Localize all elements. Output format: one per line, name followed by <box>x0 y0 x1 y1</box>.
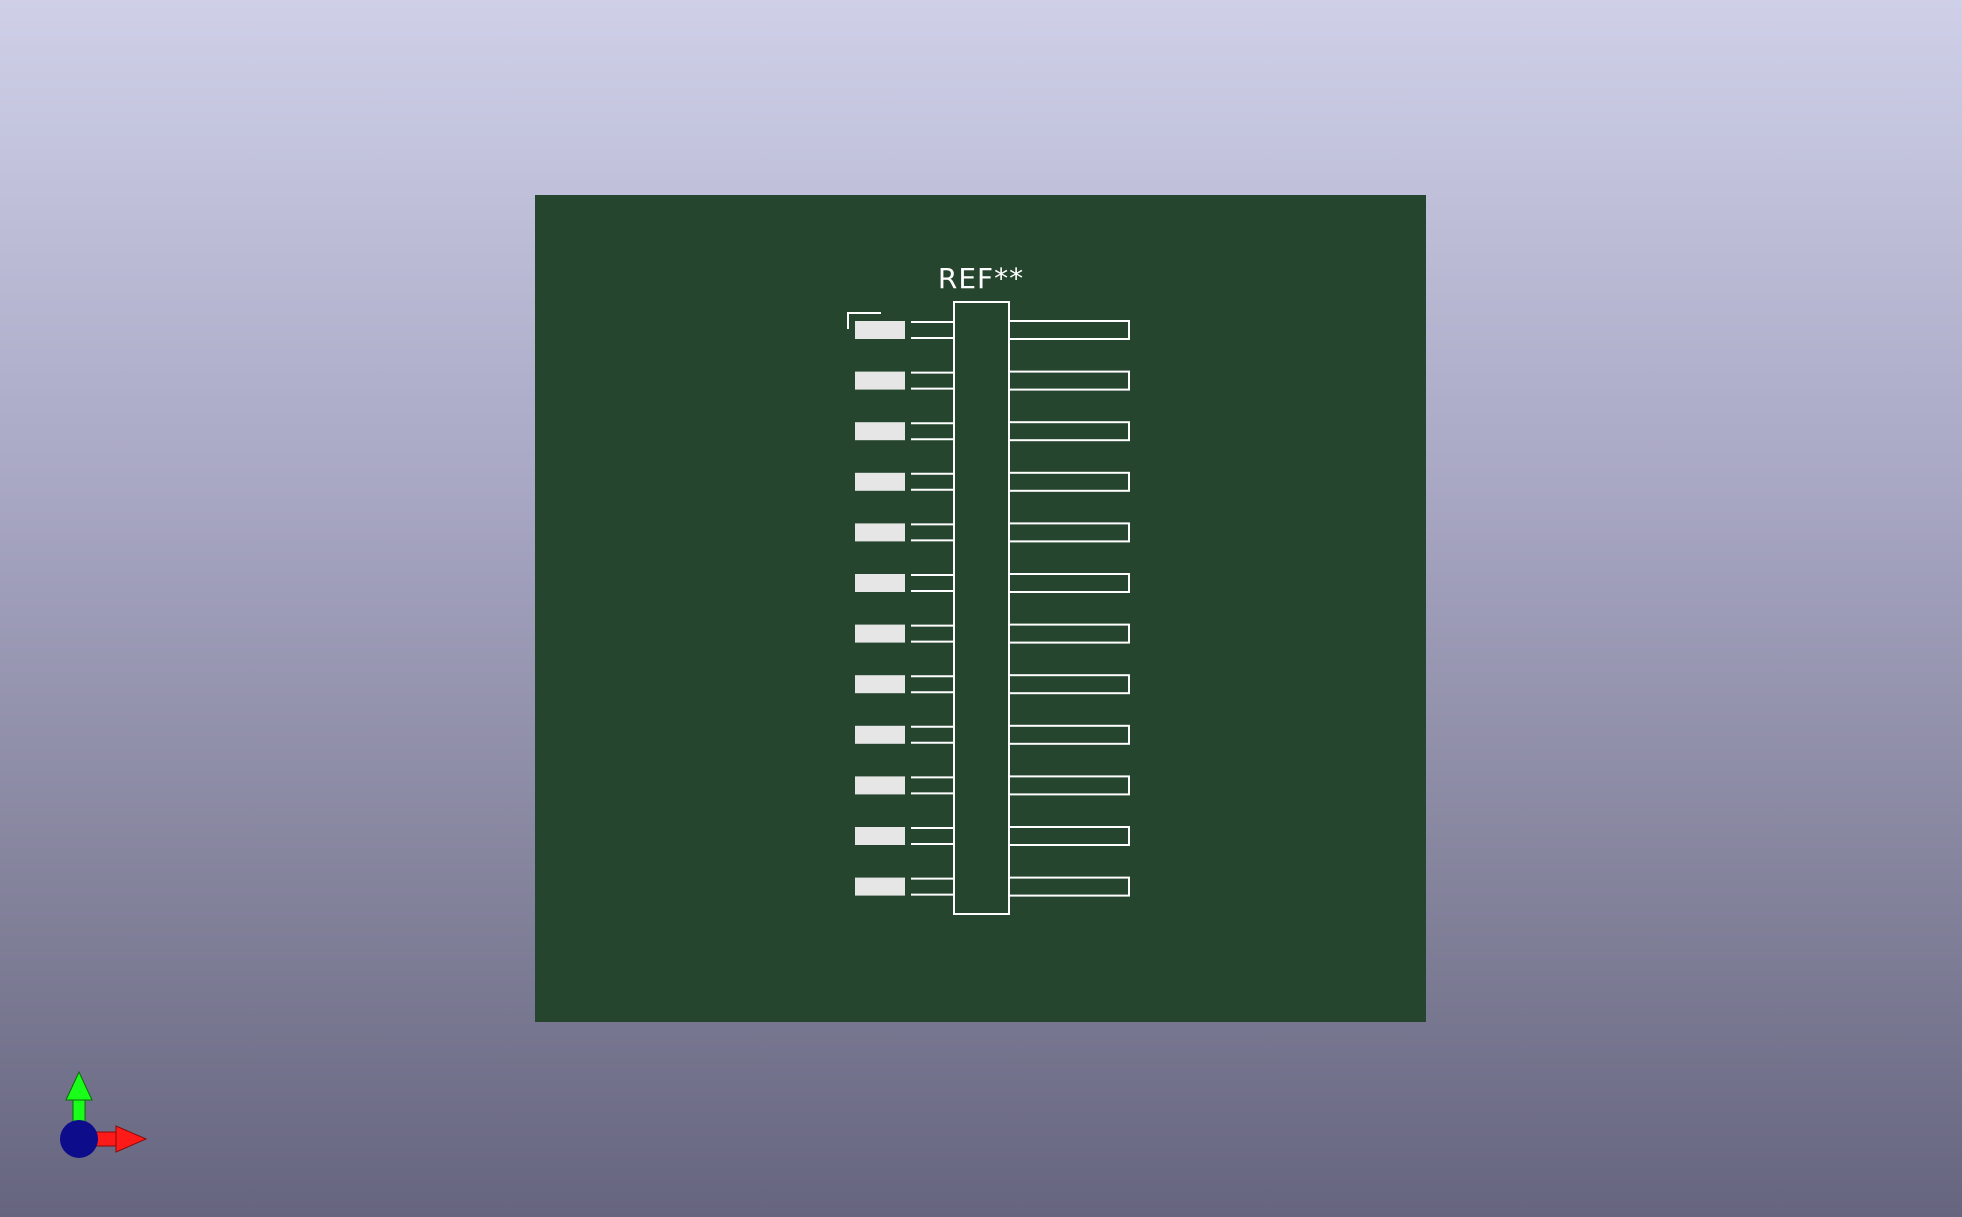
axis-gizmo <box>60 1070 148 1158</box>
x-axis-arrowhead <box>115 1125 148 1153</box>
smd-pad <box>855 877 905 896</box>
reference-designator: REF** <box>938 262 1024 295</box>
smd-pad <box>855 574 905 592</box>
smd-pad <box>855 675 905 694</box>
y-axis-arrowhead <box>65 1070 93 1101</box>
smd-pad <box>855 472 905 491</box>
smd-pad <box>855 422 905 441</box>
smd-pad <box>855 523 905 542</box>
smd-pad <box>855 321 905 339</box>
z-axis-origin-sphere <box>60 1120 98 1158</box>
board-substrate <box>535 195 1426 1022</box>
smd-pad <box>855 371 905 390</box>
smd-pad <box>855 624 905 643</box>
3d-viewport[interactable]: REF** <box>0 0 1962 1217</box>
smd-pad <box>855 827 905 845</box>
pcb-board: REF** <box>535 195 1426 1022</box>
smd-pad <box>855 776 905 795</box>
smd-pad <box>855 725 905 744</box>
